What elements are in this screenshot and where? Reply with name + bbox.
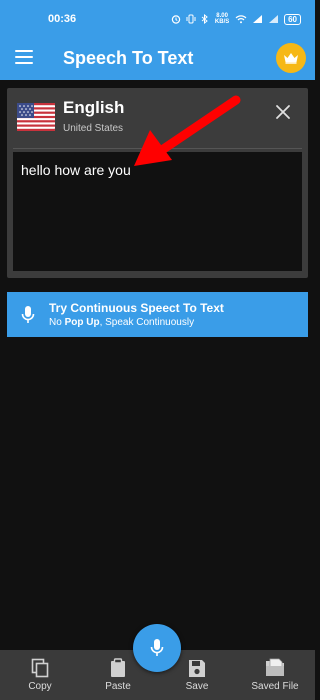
status-time: 00:36 — [48, 13, 77, 25]
status-icons: 8.00 KB/S 60 — [171, 13, 301, 25]
language-region: United States — [63, 123, 124, 134]
saved-file-icon — [266, 658, 284, 676]
banner-subtitle: No Pop Up, Speak Continuously — [49, 317, 195, 328]
close-icon[interactable] — [275, 104, 291, 120]
save-icon — [189, 660, 205, 677]
record-mic-button[interactable] — [133, 624, 181, 672]
status-bar: 00:36 8.00 KB/S 60 — [0, 0, 315, 38]
app-bar: Speech To Text — [0, 38, 315, 80]
wifi-icon — [235, 15, 247, 24]
vibrate-icon — [186, 14, 196, 24]
transcript-text: hello how are you — [21, 162, 131, 178]
saved-file-button[interactable]: Saved File — [240, 650, 310, 700]
microphone-icon — [21, 305, 35, 323]
network-speed: 8.00 KB/S — [214, 13, 230, 25]
banner-mic — [7, 305, 49, 325]
paste-icon — [111, 658, 125, 677]
copy-button[interactable]: Copy — [5, 650, 75, 700]
bluetooth-icon — [201, 14, 208, 24]
alarm-icon — [171, 15, 181, 24]
language-name[interactable]: English — [63, 98, 124, 118]
hamburger-menu-icon[interactable] — [15, 50, 33, 64]
copy-label: Copy — [28, 681, 52, 692]
us-flag-icon — [17, 103, 55, 131]
saved-file-label: Saved File — [251, 681, 299, 692]
save-label: Save — [185, 681, 209, 692]
copy-icon — [31, 658, 49, 678]
premium-button[interactable] — [276, 43, 306, 73]
battery-indicator: 60 — [284, 13, 301, 25]
crown-icon — [284, 53, 298, 64]
banner-text: Try Continuous Speect To Text No Pop Up,… — [49, 301, 224, 328]
annotation-arrow-icon — [134, 95, 241, 166]
banner-title: Try Continuous Speect To Text — [49, 301, 224, 315]
signal-icon — [269, 15, 279, 23]
paste-label: Paste — [105, 681, 131, 692]
signal-icon — [253, 15, 263, 23]
continuous-speech-banner[interactable]: Try Continuous Speect To Text No Pop Up,… — [7, 292, 308, 337]
microphone-icon — [150, 639, 164, 656]
app-title: Speech To Text — [63, 48, 194, 68]
